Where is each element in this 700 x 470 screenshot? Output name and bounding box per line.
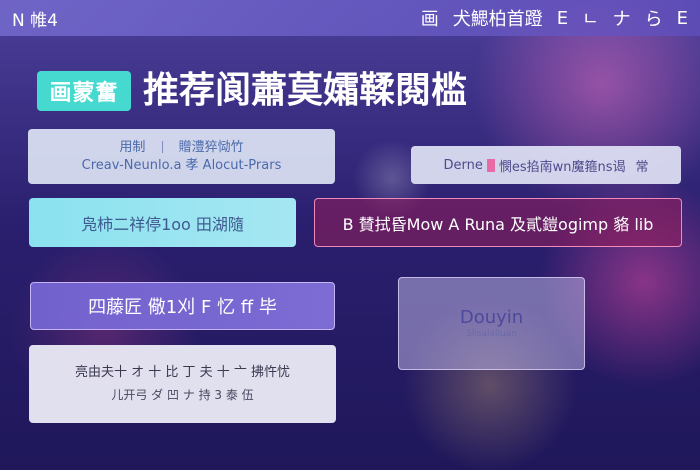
card-pink-button[interactable]: B 賛拭昏Mow A Runa 及貳鎧ogimp 貉 lib [314, 198, 682, 247]
card-text-line1: 亮由夫十 オ 十 比 丁 夫 十 亠 拂忤忧 [74, 365, 291, 380]
top-action-7[interactable]: E [677, 8, 688, 29]
card-search-text-a: Derne [443, 157, 483, 173]
hero-badge: 画蒙奮 [37, 71, 131, 111]
card-creator-info[interactable]: 用制 贈澧猝恸竹 Creav-Neunlo.a 孝 Alocut-Prars [28, 129, 335, 184]
card-douyin-tile[interactable]: Douyin Slisalalluan [398, 277, 585, 370]
card-search-bar[interactable]: Derne 憫es掐南wn魔箍ns谒 常 [411, 146, 681, 184]
douyin-subtext: Slisalalluan [466, 328, 517, 339]
card-cyan-button[interactable]: 凫柿二祥停1oo 田湖隨 [29, 198, 296, 247]
card-text-panel[interactable]: 亮由夫十 オ 十 比 丁 夫 十 亠 拂忤忧 儿开弓 ダ 凹 ナ 持 3 泰 伍 [29, 345, 336, 423]
card-text-line2: 儿开弓 ダ 凹 ナ 持 3 泰 伍 [111, 388, 254, 402]
card-cyan-label: 凫柿二祥停1oo 田湖隨 [81, 214, 244, 234]
brand-label[interactable]: N 帷4 [12, 6, 58, 31]
top-action-2[interactable]: 犬鰓柏首蹬 [453, 5, 543, 31]
top-action-6[interactable]: ら [645, 5, 663, 31]
card-creator-label-b: 贈澧猝恸竹 [178, 139, 244, 155]
top-actions: 画 犬鰓柏首蹬 E ㄴ ナ ら E [421, 5, 688, 31]
card-creator-line1: 用制 贈澧猝恸竹 [119, 139, 243, 157]
card-pink-label: B 賛拭昏Mow A Runa 及貳鎧ogimp 貉 lib [342, 214, 654, 234]
card-creator-label-a: 用制 [119, 139, 146, 155]
page-title: 推荐阆蕭莫孀鞣閱槛 [143, 70, 468, 111]
hero-badge-text: 画蒙奮 [49, 81, 119, 106]
divider [161, 141, 163, 153]
top-action-5[interactable]: ナ [613, 5, 631, 31]
card-creator-line2: Creav-Neunlo.a 孝 Alocut-Prars [81, 157, 282, 173]
pink-marker-icon [486, 158, 495, 172]
top-bar: N 帷4 画 犬鰓柏首蹬 E ㄴ ナ ら E [0, 0, 700, 36]
top-left-group: N 帷4 [12, 6, 58, 31]
card-search-text-c: 常 [635, 159, 649, 175]
top-action-3[interactable]: E [557, 8, 568, 29]
card-violet-label: 四藤匠 儆1刈 F 忆 ff 毕 [88, 297, 277, 318]
card-violet-button[interactable]: 四藤匠 儆1刈 F 忆 ff 毕 [30, 282, 335, 330]
top-action-1[interactable]: 画 [421, 5, 439, 31]
douyin-name: Douyin [459, 306, 524, 328]
card-search-text-b: 憫es掐南wn魔箍ns谒 [498, 159, 626, 175]
top-action-4[interactable]: ㄴ [582, 5, 599, 31]
